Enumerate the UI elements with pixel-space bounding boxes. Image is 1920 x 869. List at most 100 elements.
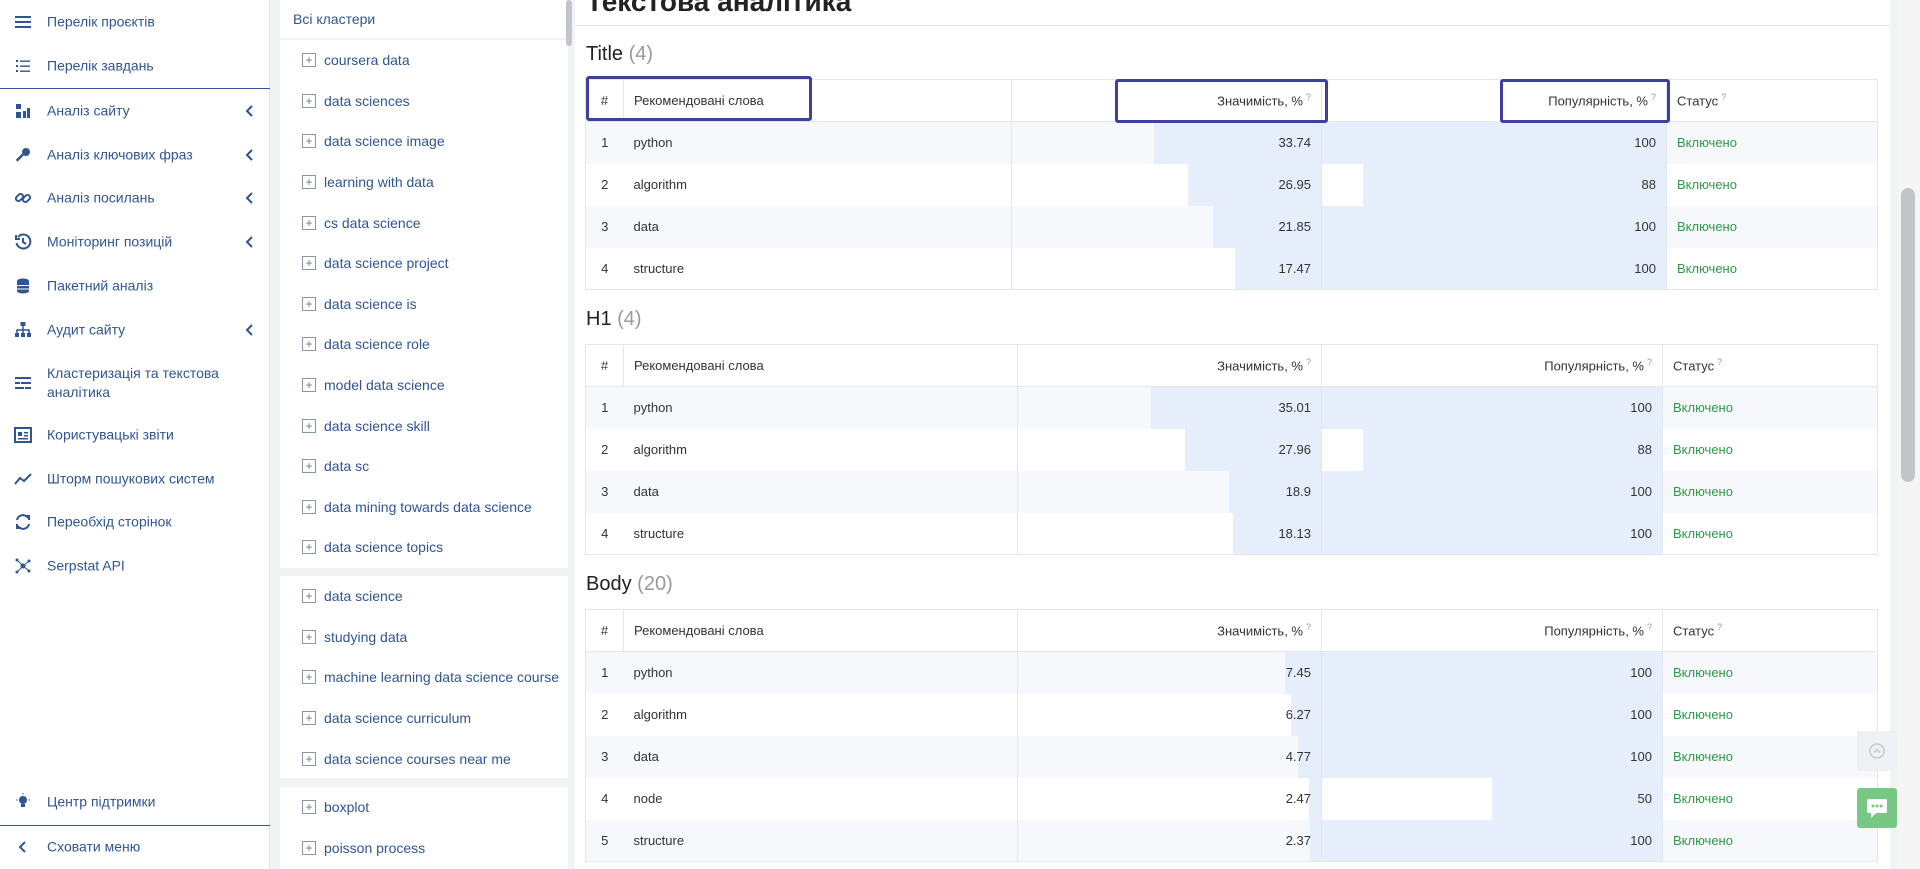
expand-plus-icon[interactable]: + <box>302 459 316 474</box>
page-scrollbar-thumb[interactable] <box>1901 188 1915 482</box>
help-question-icon[interactable]: ? <box>1651 92 1656 102</box>
status-toggle[interactable]: Включено <box>1662 512 1878 555</box>
cluster-item[interactable]: + data science <box>280 576 568 617</box>
cluster-item[interactable]: + data science project <box>280 243 568 284</box>
all-clusters-link[interactable]: Всі кластери <box>280 0 568 38</box>
expand-plus-icon[interactable]: + <box>302 93 316 108</box>
status-toggle[interactable]: Включено <box>1662 777 1878 820</box>
nav-item-support[interactable]: Центр підтримки <box>0 785 270 819</box>
expand-plus-icon[interactable]: + <box>302 53 316 68</box>
cluster-item[interactable]: + data sciences <box>280 81 568 122</box>
expand-plus-icon[interactable]: + <box>302 589 316 604</box>
status-toggle[interactable]: Включено <box>1662 386 1878 429</box>
cluster-item[interactable]: + data science skill <box>280 405 568 446</box>
header-popularity[interactable]: Популярність, %? <box>1321 344 1663 387</box>
cluster-item[interactable]: + studying data <box>280 617 568 658</box>
expand-plus-icon[interactable]: + <box>302 337 316 352</box>
help-question-icon[interactable]: ? <box>1717 357 1722 367</box>
cell-value: 100 <box>1630 707 1652 722</box>
nav-item-custom-reports[interactable]: Користувацькі звіти <box>0 418 270 452</box>
status-toggle[interactable]: Включено <box>1662 693 1878 736</box>
cluster-item[interactable]: + data science image <box>280 121 568 162</box>
hide-menu-button[interactable]: Сховати меню <box>0 830 270 864</box>
header-significance[interactable]: Значимість, %? <box>1011 79 1322 122</box>
header-status[interactable]: Статус? <box>1662 344 1878 387</box>
nav-item-clustering[interactable]: Кластеризація та текстова аналітика <box>0 360 270 406</box>
status-toggle[interactable]: Включено <box>1662 651 1878 694</box>
cluster-item[interactable]: + data science topics <box>280 527 568 568</box>
header-popularity[interactable]: Популярність, %? <box>1321 79 1667 122</box>
help-question-icon[interactable]: ? <box>1717 622 1722 632</box>
help-question-icon[interactable]: ? <box>1647 357 1652 367</box>
header-recommended-words[interactable]: Рекомендовані слова <box>623 79 1012 122</box>
expand-plus-icon[interactable]: + <box>302 175 316 190</box>
header-significance[interactable]: Значимість, %? <box>1017 609 1322 652</box>
cluster-item[interactable]: + data science role <box>280 324 568 365</box>
nav-item-projects[interactable]: Перелік проєктів <box>0 5 270 39</box>
status-toggle[interactable]: Включено <box>1666 121 1878 164</box>
expand-plus-icon[interactable]: + <box>302 215 316 230</box>
cluster-item[interactable]: + cs data science <box>280 202 568 243</box>
clusters-scrollbar[interactable] <box>566 0 572 46</box>
help-question-icon[interactable]: ? <box>1721 92 1726 102</box>
expand-plus-icon[interactable]: + <box>302 800 316 815</box>
expand-plus-icon[interactable]: + <box>302 629 316 644</box>
cluster-item[interactable]: + coursera data <box>280 40 568 81</box>
cluster-item[interactable]: + machine learning data science course <box>280 657 568 698</box>
nav-item-keyword-analysis[interactable]: Аналіз ключових фраз <box>0 138 270 172</box>
cluster-item[interactable]: + data science curriculum <box>280 698 568 739</box>
status-toggle[interactable]: Включено <box>1666 163 1878 206</box>
cluster-item-label: data sciences <box>324 92 410 109</box>
nav-divider <box>0 825 270 826</box>
nav-item-recrawl[interactable]: Переобхід сторінок <box>0 505 270 539</box>
header-status[interactable]: Статус? <box>1666 79 1878 122</box>
cluster-item[interactable]: + model data science <box>280 365 568 406</box>
expand-plus-icon[interactable]: + <box>302 134 316 149</box>
nav-item-tasks[interactable]: Перелік завдань <box>0 49 270 83</box>
table-row: 1 python 35.01 100 Включено <box>585 386 1878 429</box>
expand-plus-icon[interactable]: + <box>302 499 316 514</box>
status-toggle[interactable]: Включено <box>1666 247 1878 290</box>
expand-plus-icon[interactable]: + <box>302 670 316 685</box>
expand-plus-icon[interactable]: + <box>302 378 316 393</box>
nav-item-search-storm[interactable]: Шторм пошукових систем <box>0 462 270 496</box>
popularity-cell: 100 <box>1321 386 1663 429</box>
cluster-item[interactable]: + boxplot <box>280 787 568 828</box>
expand-plus-icon[interactable]: + <box>302 540 316 555</box>
help-question-icon[interactable]: ? <box>1306 622 1311 632</box>
expand-plus-icon[interactable]: + <box>302 418 316 433</box>
expand-plus-icon[interactable]: + <box>302 711 316 726</box>
help-question-icon[interactable]: ? <box>1306 92 1311 102</box>
cluster-item[interactable]: + data science courses near me <box>280 738 568 779</box>
header-recommended-words[interactable]: Рекомендовані слова <box>623 609 1018 652</box>
status-toggle[interactable]: Включено <box>1666 205 1878 248</box>
cluster-item-label: data sc <box>324 458 370 475</box>
help-question-icon[interactable]: ? <box>1306 357 1311 367</box>
status-toggle[interactable]: Включено <box>1662 735 1878 778</box>
header-significance[interactable]: Значимість, %? <box>1017 344 1322 387</box>
header-recommended-words[interactable]: Рекомендовані слова <box>623 344 1018 387</box>
header-status[interactable]: Статус? <box>1662 609 1878 652</box>
cluster-item[interactable]: + data mining towards data science <box>280 487 568 528</box>
status-toggle[interactable]: Включено <box>1662 819 1878 862</box>
cluster-item[interactable]: + data sc <box>280 446 568 487</box>
nav-item-site-analysis[interactable]: Аналіз сайту <box>0 94 270 128</box>
expand-plus-icon[interactable]: + <box>302 840 316 855</box>
cluster-item[interactable]: + data science is <box>280 284 568 325</box>
status-toggle[interactable]: Включено <box>1662 470 1878 513</box>
scroll-to-top-button[interactable] <box>1857 731 1897 771</box>
cluster-item[interactable]: + poisson process <box>280 828 568 869</box>
nav-item-link-analysis[interactable]: Аналіз посилань <box>0 181 270 215</box>
cluster-item[interactable]: + learning with data <box>280 162 568 203</box>
nav-item-site-audit[interactable]: Аудит сайту <box>0 313 270 347</box>
nav-item-batch-analysis[interactable]: Пакетний аналіз <box>0 269 270 303</box>
expand-plus-icon[interactable]: + <box>302 256 316 271</box>
nav-item-position-monitoring[interactable]: Моніторинг позицій <box>0 225 270 259</box>
help-question-icon[interactable]: ? <box>1647 622 1652 632</box>
chat-button[interactable] <box>1857 788 1897 828</box>
nav-item-api[interactable]: Serpstat API <box>0 549 270 583</box>
header-popularity[interactable]: Популярність, %? <box>1321 609 1663 652</box>
expand-plus-icon[interactable]: + <box>302 296 316 311</box>
status-toggle[interactable]: Включено <box>1662 428 1878 471</box>
expand-plus-icon[interactable]: + <box>302 751 316 766</box>
